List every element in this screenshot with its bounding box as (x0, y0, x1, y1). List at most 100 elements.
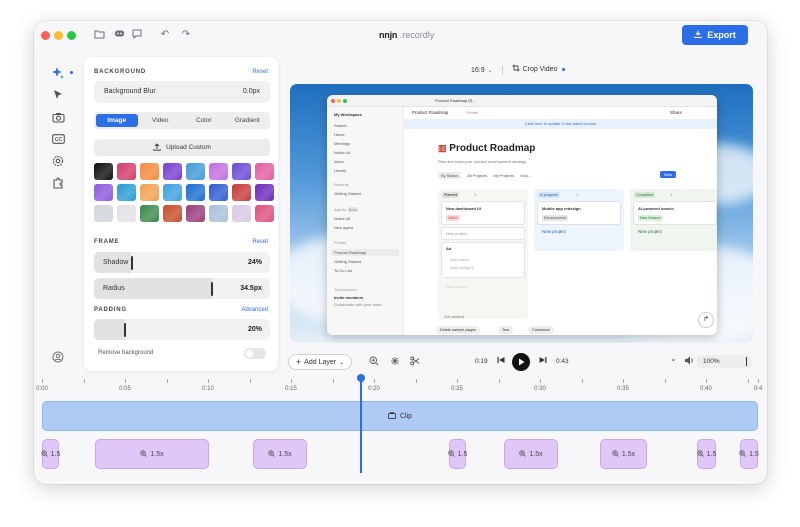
cursor-icon[interactable] (48, 85, 68, 105)
wallpaper-swatch[interactable] (209, 163, 228, 180)
timeline-ruler[interactable]: 0:00 0:05 0:10 0:15 0:20 0:25 0:30 0:35 0:40 0:4 (34, 376, 767, 396)
wallpaper-swatch[interactable] (94, 184, 113, 201)
shadow-label: Shadow (103, 259, 129, 266)
padding-advanced-link[interactable]: Advanced (241, 307, 268, 313)
wallpaper-swatch[interactable] (255, 184, 274, 201)
background-blur-row[interactable]: Background Blur 0.0px (94, 81, 270, 103)
close-window-button[interactable] (41, 31, 50, 40)
column-title: Planned (442, 192, 460, 198)
tab-video[interactable]: Video (140, 114, 182, 127)
zoom-add-icon[interactable] (369, 356, 379, 368)
timeline-tick (291, 379, 292, 383)
wallpaper-swatch[interactable] (232, 205, 251, 222)
wallpaper-swatch[interactable] (117, 184, 136, 201)
zoom-level-field[interactable]: 100% (697, 355, 751, 368)
discord-icon[interactable] (113, 29, 125, 41)
wallpaper-swatch[interactable] (117, 205, 136, 222)
background-reset-link[interactable]: Reset (252, 69, 268, 75)
wallpaper-swatch[interactable] (117, 163, 136, 180)
shadow-slider-handle[interactable] (131, 256, 133, 270)
timeline-tick (706, 379, 707, 383)
skip-forward-icon[interactable] (539, 356, 547, 366)
wallpaper-swatch[interactable] (232, 163, 251, 180)
redo-icon[interactable]: ↷ (180, 29, 192, 41)
zoom-clip[interactable]: 1.5 (447, 439, 467, 469)
timeline-tick (332, 379, 334, 383)
padding-slider[interactable]: 20% (94, 319, 270, 340)
radius-slider[interactable]: Radius 34.5px (94, 278, 270, 299)
wallpaper-swatch[interactable] (186, 205, 205, 222)
tab-image[interactable]: Image (96, 114, 138, 127)
zoom-clip[interactable]: 1.5 (739, 439, 759, 469)
zoom-clip[interactable]: 1.5x (504, 439, 558, 469)
notion-sidebar: My Workspace Search Home Meetings Notion… (327, 107, 404, 335)
settings-icon[interactable] (48, 151, 68, 171)
sidebar-item-notion-ai: Notion AI (334, 150, 351, 155)
zoom-clip[interactable]: 1.5 (40, 439, 60, 469)
wallpaper-swatch[interactable] (255, 163, 274, 180)
app-window: ↶ ↷ nnjn .recordly Export CC BACKGROUND … (34, 21, 767, 484)
folder-icon[interactable] (93, 29, 105, 41)
padding-slider-handle[interactable] (124, 323, 126, 337)
timeline-tick (208, 379, 209, 383)
extensions-icon[interactable] (48, 173, 68, 193)
radius-slider-handle[interactable] (211, 282, 213, 296)
aspect-ratio-select[interactable]: 16:9 ⌄ (471, 67, 493, 74)
timeline-tick-label: 0:20 (368, 386, 380, 392)
tab-color[interactable]: Color (183, 114, 225, 127)
crop-video-button[interactable]: Crop Video (512, 64, 566, 74)
minimize-window-button[interactable] (54, 31, 63, 40)
collapse-icon[interactable]: ⌄ (670, 354, 677, 363)
wallpaper-swatch[interactable] (94, 163, 113, 180)
skip-back-icon[interactable] (497, 356, 505, 366)
wallpaper-swatch[interactable] (186, 163, 205, 180)
wallpaper-swatch[interactable] (232, 184, 251, 201)
scissors-icon[interactable] (410, 356, 420, 368)
export-button[interactable]: Export (682, 25, 748, 45)
wallpaper-swatch[interactable] (140, 205, 159, 222)
wallpaper-swatch[interactable] (255, 205, 274, 222)
zoom-clip[interactable]: 1.5x (95, 439, 209, 469)
add-layer-button[interactable]: + Add Layer ⌄ (288, 354, 352, 370)
agents-heading: Agents Beta (334, 207, 358, 212)
column-count: 3 (474, 192, 477, 197)
feedback-icon[interactable] (131, 29, 143, 41)
agents-item: Notion AI (334, 216, 351, 221)
camera-icon[interactable] (48, 107, 68, 127)
video-preview[interactable]: Product Roadmap (S... My Workspace Searc… (290, 84, 753, 343)
timeline-tick-label: 0:00 (36, 386, 48, 392)
wallpaper-swatch[interactable] (186, 184, 205, 201)
wallpaper-swatch[interactable] (209, 184, 228, 201)
sparkle-icon[interactable] (48, 63, 68, 83)
volume-icon[interactable] (684, 356, 694, 367)
undo-icon[interactable]: ↶ (159, 29, 171, 41)
zoom-clip[interactable]: 1.5x (253, 439, 307, 469)
captions-icon[interactable]: CC (48, 129, 68, 149)
add-layer-label: Add Layer (304, 358, 337, 366)
tab-gradient[interactable]: Gradient (227, 114, 269, 127)
zoom-in-icon (612, 449, 619, 459)
trim-icon[interactable] (390, 356, 400, 368)
wallpaper-swatch[interactable] (163, 205, 182, 222)
wallpaper-swatch[interactable] (140, 163, 159, 180)
wallpaper-swatch[interactable] (94, 205, 113, 222)
shadow-slider[interactable]: Shadow 24% (94, 252, 270, 273)
video-clip[interactable]: Clip (42, 401, 758, 431)
notion-main: Product Roadmap Private Share Click here… (404, 107, 717, 335)
update-banner: Click here to update to the latest versi… (404, 119, 717, 129)
playhead[interactable] (357, 374, 365, 473)
maximize-window-button[interactable] (67, 31, 76, 40)
timeline-tick (623, 379, 624, 383)
wallpaper-swatch[interactable] (209, 205, 228, 222)
wallpaper-swatch[interactable] (163, 163, 182, 180)
upload-custom-button[interactable]: Upload Custom (94, 139, 270, 156)
zoom-clip[interactable]: 1.5 (696, 439, 716, 469)
invite-subtitle: Collaborate with your team (334, 302, 382, 307)
wallpaper-swatch[interactable] (163, 184, 182, 201)
view-tab: By Status (438, 172, 462, 179)
zoom-clip[interactable]: 1.5x (600, 439, 647, 469)
playback-controls: + Add Layer ⌄ 0:19 0:43 ⌄ 100% (34, 348, 767, 374)
frame-reset-link[interactable]: Reset (252, 239, 268, 245)
play-button[interactable] (512, 353, 530, 371)
wallpaper-swatch[interactable] (140, 184, 159, 201)
